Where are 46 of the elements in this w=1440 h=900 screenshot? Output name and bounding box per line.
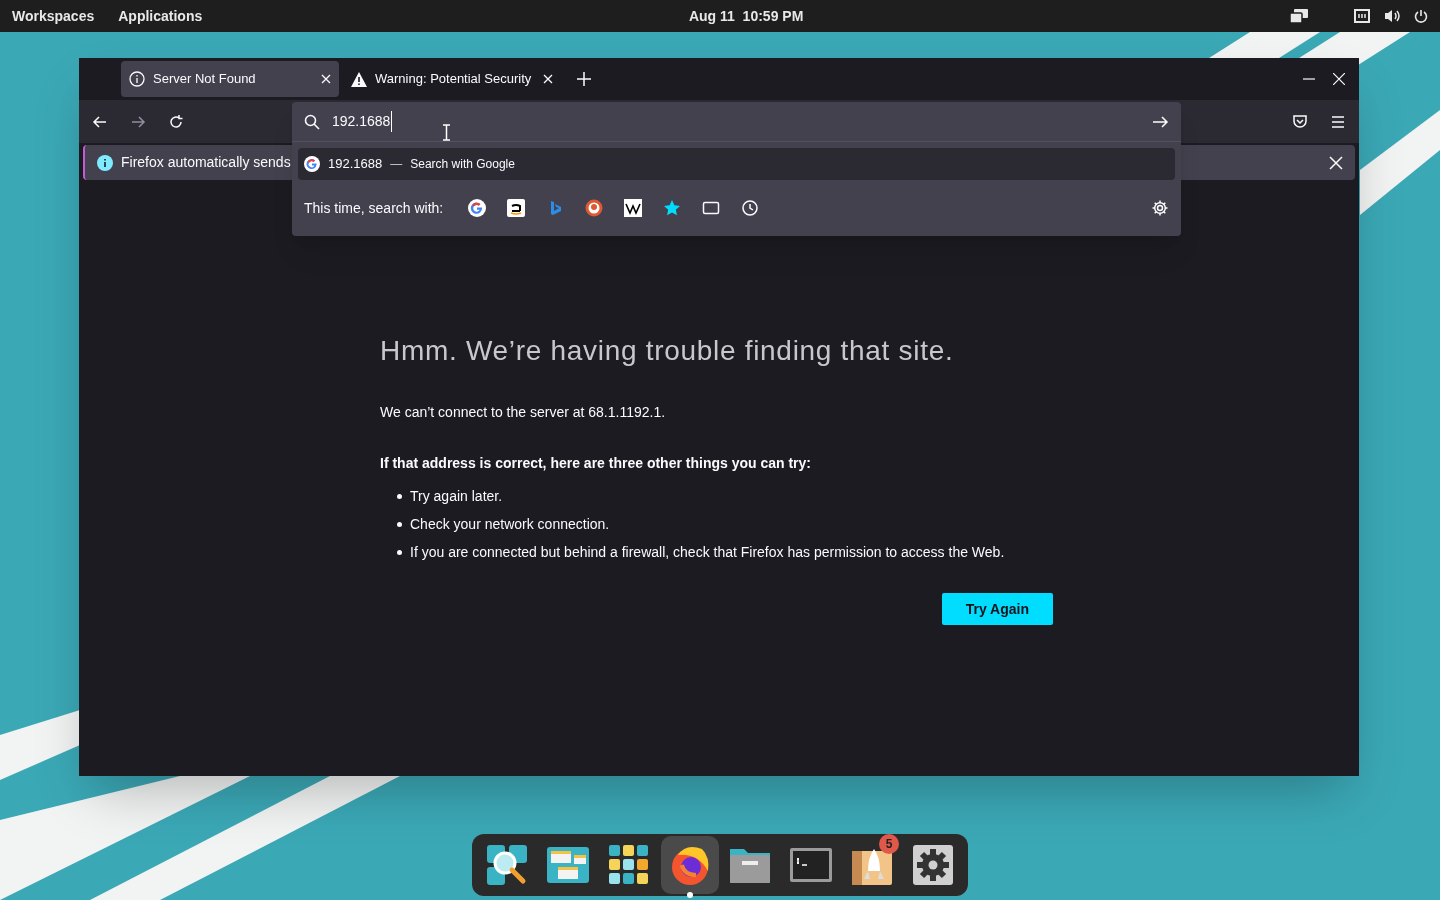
new-tab-icon[interactable] — [577, 72, 591, 86]
pocket-icon[interactable] — [1291, 112, 1309, 131]
reload-icon[interactable] — [167, 112, 185, 131]
power-icon[interactable] — [1414, 9, 1428, 23]
warning-icon — [351, 71, 367, 87]
address-field[interactable]: 192.1688 — [292, 102, 1181, 142]
list-item: Try again later. — [410, 487, 503, 506]
close-icon[interactable] — [1329, 155, 1343, 170]
info-icon — [129, 71, 145, 87]
try-again-button[interactable]: Try Again — [941, 593, 1053, 625]
search-suggestion[interactable]: 192.1688 — Search with Google — [298, 148, 1175, 180]
menu-item[interactable]: Applications — [118, 5, 203, 27]
close-icon[interactable] — [321, 74, 331, 84]
bullet-icon — [397, 550, 402, 555]
settings-icon[interactable] — [1151, 199, 1169, 217]
star-icon[interactable] — [663, 199, 682, 217]
info-icon — [97, 154, 113, 171]
volume-icon[interactable] — [1384, 9, 1400, 23]
g-logo-icon[interactable] — [468, 199, 487, 217]
clock[interactable]: Aug 11 10:59 PM — [688, 5, 804, 27]
g-logo-icon — [304, 156, 320, 172]
notification-text: Firefox automatically sends — [121, 153, 291, 172]
separator-dash: — — [390, 156, 403, 173]
list-item: If you are connected but behind a firewall, check that Firefox has permission to access the Web. — [410, 543, 1005, 562]
menu-item[interactable]: Workspaces — [12, 5, 95, 27]
clock-icon[interactable] — [741, 199, 760, 217]
browser-tab[interactable]: Server Not Found — [121, 61, 339, 97]
list-item: Check your network connection. — [410, 515, 610, 534]
suggestion-query: 192.1688 — [328, 155, 383, 174]
notification-badge: 5 — [879, 834, 900, 854]
error-title: Hmm. We’re having trouble finding that site. — [380, 334, 955, 368]
network-icon[interactable] — [1354, 9, 1370, 23]
tab-icon[interactable] — [702, 199, 721, 217]
search-with-label: This time, search with: — [304, 198, 444, 218]
w-logo-icon[interactable] — [624, 199, 643, 217]
bullet-icon — [397, 522, 402, 527]
search-icon — [304, 113, 320, 130]
browser-tab[interactable]: Warning: Potential Security — [343, 61, 561, 97]
close-icon[interactable] — [543, 74, 553, 84]
error-subheading: If that address is correct, here are three other things you can try: — [380, 454, 812, 473]
windows-icon[interactable] — [1290, 9, 1308, 23]
text-cursor-icon — [442, 124, 451, 141]
error-message: We can’t connect to the server at 68.1.1192.1. — [380, 403, 667, 422]
close-icon[interactable] — [1333, 73, 1345, 85]
suggestion-action: Search with Google — [410, 156, 515, 173]
bullet-icon — [397, 494, 402, 499]
